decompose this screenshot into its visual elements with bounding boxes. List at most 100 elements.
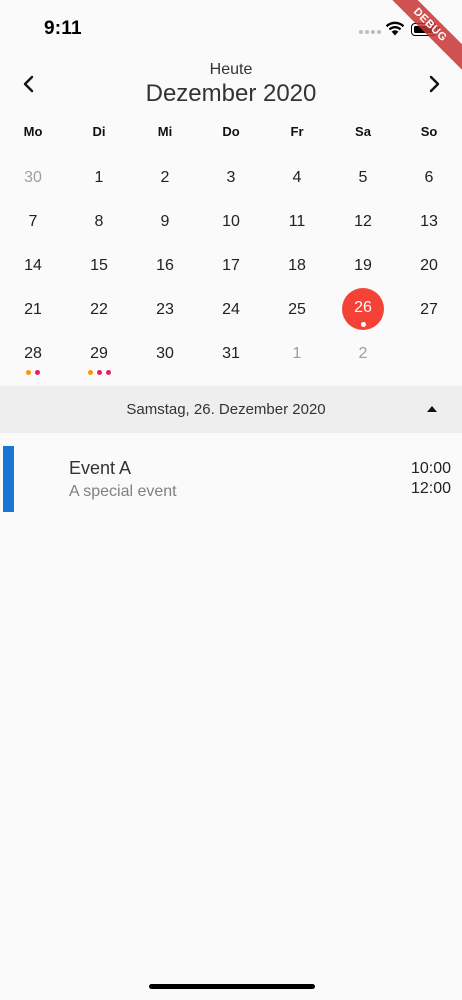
status-bar: 9:11 bbox=[0, 0, 462, 56]
day-cell[interactable]: 28 bbox=[0, 332, 66, 376]
day-cell-selected[interactable]: 26 bbox=[330, 288, 396, 332]
day-cell[interactable]: 30 bbox=[0, 156, 66, 200]
day-cell[interactable]: 11 bbox=[264, 200, 330, 244]
chevron-right-icon[interactable] bbox=[422, 72, 446, 96]
day-number: 7 bbox=[28, 213, 38, 230]
day-number: 1 bbox=[94, 169, 104, 186]
selected-date-bar[interactable]: Samstag, 26. Dezember 2020 bbox=[0, 386, 462, 433]
day-cell[interactable]: 12 bbox=[330, 200, 396, 244]
day-number: 2 bbox=[160, 169, 170, 186]
day-number: 12 bbox=[354, 213, 372, 230]
day-cell[interactable]: 23 bbox=[132, 288, 198, 332]
event-start-time: 10:00 bbox=[410, 460, 451, 477]
day-cell[interactable]: 15 bbox=[66, 244, 132, 288]
day-number: 2 bbox=[358, 345, 368, 362]
day-number: 25 bbox=[288, 301, 306, 318]
day-cell[interactable]: 20 bbox=[396, 244, 462, 288]
day-cell[interactable]: 7 bbox=[0, 200, 66, 244]
day-cell[interactable]: 13 bbox=[396, 200, 462, 244]
event-title: Event A bbox=[69, 458, 132, 478]
day-number: 8 bbox=[94, 213, 104, 230]
day-cell[interactable]: 10 bbox=[198, 200, 264, 244]
weekday-row: Mo Di Mi Do Fr Sa So bbox=[0, 124, 462, 144]
status-time: 9:11 bbox=[44, 18, 82, 39]
day-number: 18 bbox=[288, 257, 306, 274]
day-cell[interactable]: 16 bbox=[132, 244, 198, 288]
day-number: 13 bbox=[420, 213, 438, 230]
day-cell[interactable]: 9 bbox=[132, 200, 198, 244]
day-number: 16 bbox=[156, 257, 174, 274]
day-cell[interactable]: 25 bbox=[264, 288, 330, 332]
event-end-time: 12:00 bbox=[410, 480, 451, 497]
day-cell[interactable]: 1 bbox=[66, 156, 132, 200]
day-cell[interactable]: 27 bbox=[396, 288, 462, 332]
day-cell[interactable]: 14 bbox=[0, 244, 66, 288]
event-color-bar bbox=[3, 446, 14, 512]
day-cell[interactable]: 2 bbox=[132, 156, 198, 200]
event-dots bbox=[0, 370, 66, 375]
event-dot bbox=[105, 370, 111, 375]
day-number: 11 bbox=[288, 213, 306, 230]
day-cell[interactable]: 17 bbox=[198, 244, 264, 288]
event-dot bbox=[360, 322, 366, 327]
weekday-label: Fr bbox=[290, 124, 304, 139]
day-cell[interactable]: 3 bbox=[198, 156, 264, 200]
day-cell[interactable]: 22 bbox=[66, 288, 132, 332]
today-button[interactable]: Heute bbox=[0, 61, 462, 79]
day-number: 5 bbox=[358, 169, 368, 186]
event-dot bbox=[87, 370, 93, 375]
day-number: 22 bbox=[90, 301, 108, 318]
weekday-label: Do bbox=[222, 124, 240, 139]
day-number: 9 bbox=[160, 213, 170, 230]
day-number: 31 bbox=[222, 345, 240, 362]
calendar-days-grid: 30 1 2 3 4 5 6 7 8 9 10 11 12 13 14 15 16 17 18 19 20 21 22 23 2… bbox=[0, 156, 462, 376]
day-number: 14 bbox=[24, 257, 42, 274]
event-dots bbox=[330, 322, 396, 327]
day-number: 17 bbox=[222, 257, 240, 274]
day-number: 19 bbox=[354, 257, 372, 274]
day-number: 15 bbox=[90, 257, 108, 274]
day-cell[interactable]: 4 bbox=[264, 156, 330, 200]
home-indicator bbox=[149, 984, 315, 989]
day-number: 30 bbox=[156, 345, 174, 362]
wifi-icon bbox=[385, 21, 405, 36]
selected-date-label: Samstag, 26. Dezember 2020 bbox=[126, 401, 326, 418]
day-number: 21 bbox=[24, 301, 42, 318]
weekday-label: Mo bbox=[23, 124, 43, 139]
day-cell[interactable]: 8 bbox=[66, 200, 132, 244]
day-number: 4 bbox=[292, 169, 302, 186]
day-number: 30 bbox=[24, 169, 42, 186]
event-dots bbox=[66, 370, 132, 375]
weekday-label: Di bbox=[92, 124, 106, 139]
event-item[interactable]: Event A A special event 10:00 12:00 bbox=[0, 446, 462, 512]
day-number: 3 bbox=[226, 169, 236, 186]
event-dot bbox=[35, 370, 40, 375]
event-subtitle: A special event bbox=[69, 483, 177, 500]
day-cell[interactable]: 24 bbox=[198, 288, 264, 332]
day-cell[interactable]: 1 bbox=[264, 332, 330, 376]
month-title: Dezember 2020 bbox=[145, 80, 317, 107]
event-dot bbox=[96, 370, 102, 375]
battery-icon bbox=[411, 23, 437, 36]
day-number: 1 bbox=[292, 345, 302, 362]
day-cell[interactable]: 29 bbox=[66, 332, 132, 376]
day-cell[interactable]: 30 bbox=[132, 332, 198, 376]
day-number: 20 bbox=[420, 257, 438, 274]
day-number: 27 bbox=[420, 301, 438, 318]
day-cell[interactable]: 5 bbox=[330, 156, 396, 200]
weekday-label: Mi bbox=[157, 124, 173, 139]
day-cell[interactable]: 18 bbox=[264, 244, 330, 288]
day-cell[interactable]: 2 bbox=[330, 332, 396, 376]
day-cell[interactable]: 19 bbox=[330, 244, 396, 288]
day-cell[interactable]: 6 bbox=[396, 156, 462, 200]
day-cell[interactable]: 21 bbox=[0, 288, 66, 332]
weekday-label: Sa bbox=[355, 124, 371, 139]
battery-tip bbox=[438, 27, 440, 32]
caret-up-icon[interactable] bbox=[424, 402, 440, 416]
day-cell[interactable]: 31 bbox=[198, 332, 264, 376]
event-dot bbox=[26, 370, 31, 375]
day-number: 6 bbox=[424, 169, 434, 186]
day-number: 24 bbox=[222, 301, 240, 318]
day-number: 10 bbox=[222, 213, 240, 230]
weekday-label: So bbox=[420, 124, 438, 139]
